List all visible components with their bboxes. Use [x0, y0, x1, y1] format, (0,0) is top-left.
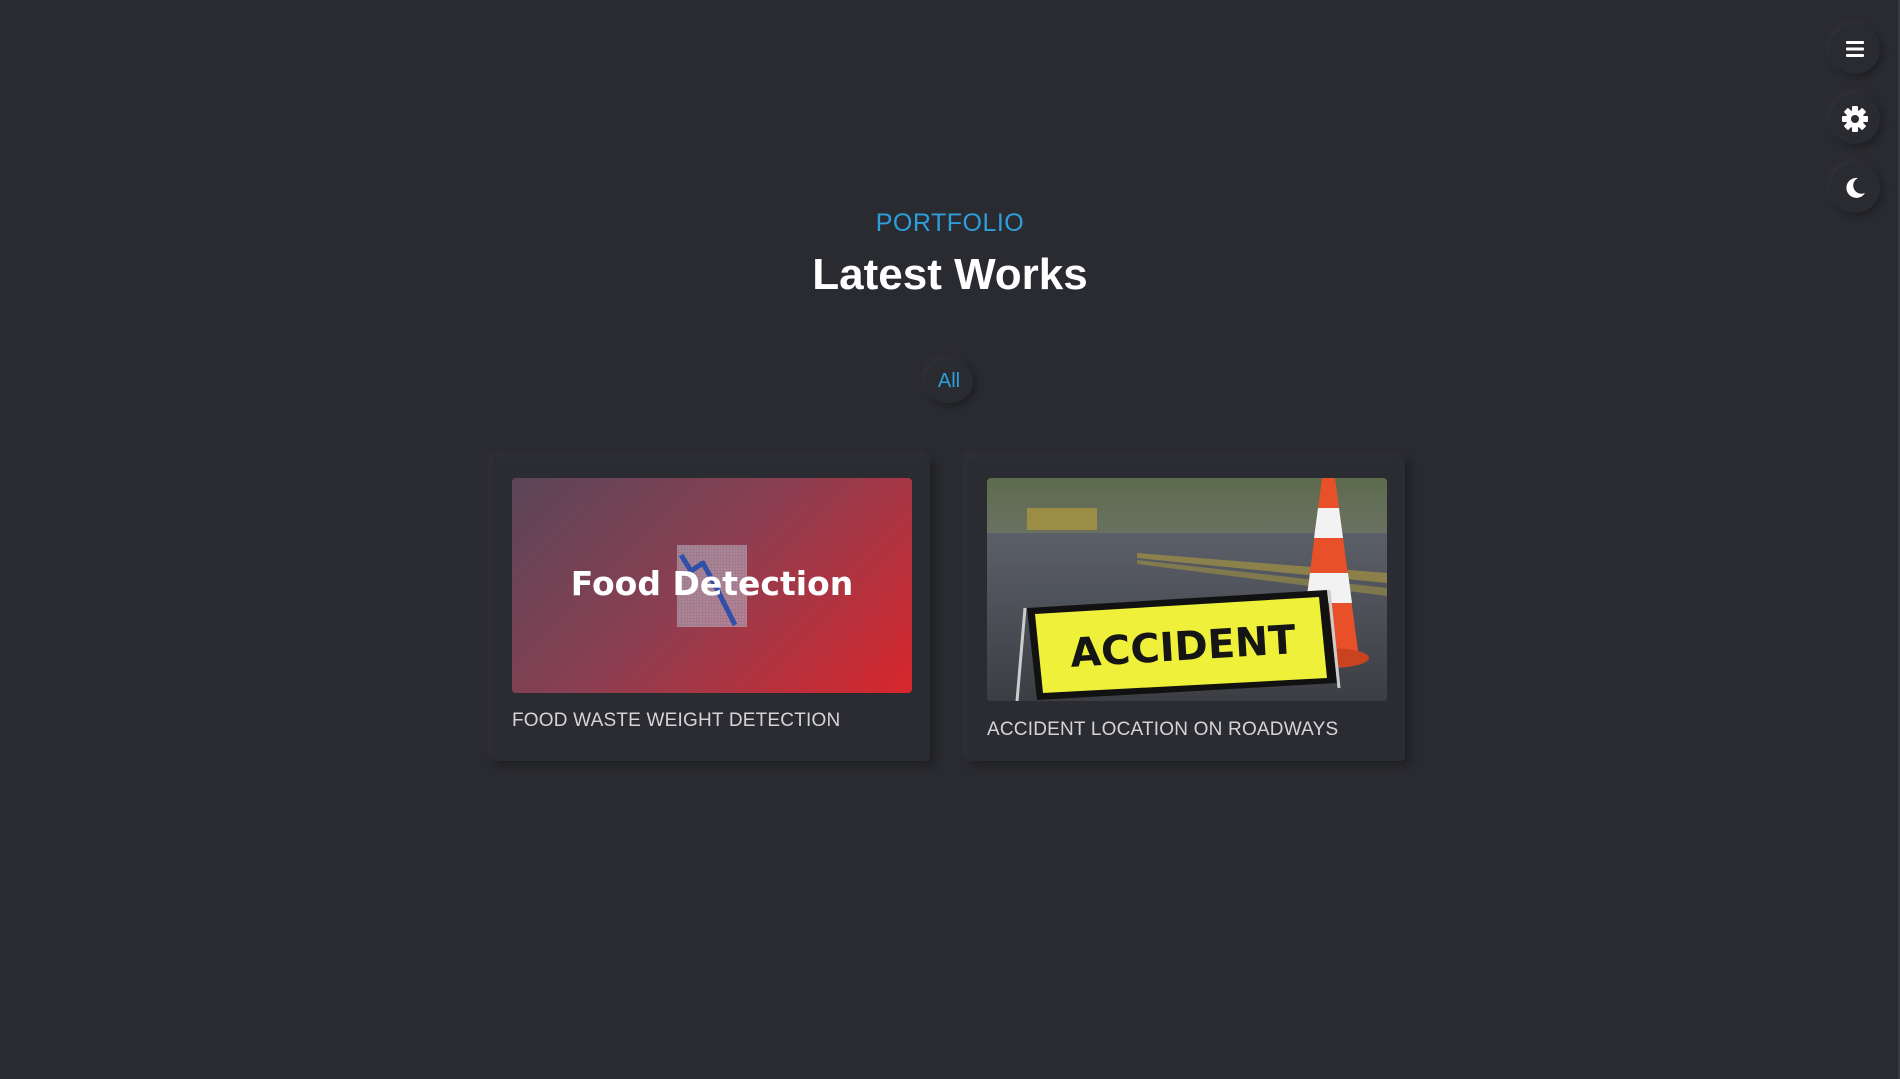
- section-title: Latest Works: [812, 250, 1088, 299]
- section-subtitle: PORTFOLIO: [875, 209, 1025, 237]
- filter-all-button[interactable]: All: [925, 359, 973, 403]
- gear-icon: [1842, 106, 1868, 132]
- menu-icon: [1846, 41, 1864, 57]
- portfolio-card-food-detection[interactable]: Food Detection FOOD WASTE WEIGHT DETECTI…: [492, 457, 930, 761]
- project-thumbnail[interactable]: ACCIDENT: [987, 478, 1387, 701]
- settings-button[interactable]: [1830, 94, 1880, 144]
- portfolio-card-accident-location[interactable]: ACCIDENT ACCIDENT LOCATION ON ROADWAYS: [967, 457, 1405, 761]
- theme-toggle-button[interactable]: [1830, 163, 1880, 213]
- portfolio-page: PORTFOLIO Latest Works All Food Detectio…: [0, 0, 1900, 1079]
- project-caption[interactable]: FOOD WASTE WEIGHT DETECTION: [512, 710, 840, 732]
- project-caption[interactable]: ACCIDENT LOCATION ON ROADWAYS: [987, 719, 1338, 741]
- moon-icon: [1846, 177, 1865, 198]
- thumbnail-title: Food Detection: [570, 564, 854, 603]
- accident-scene-image: ACCIDENT: [987, 478, 1387, 701]
- project-thumbnail[interactable]: Food Detection: [512, 478, 912, 693]
- menu-button[interactable]: [1830, 24, 1880, 74]
